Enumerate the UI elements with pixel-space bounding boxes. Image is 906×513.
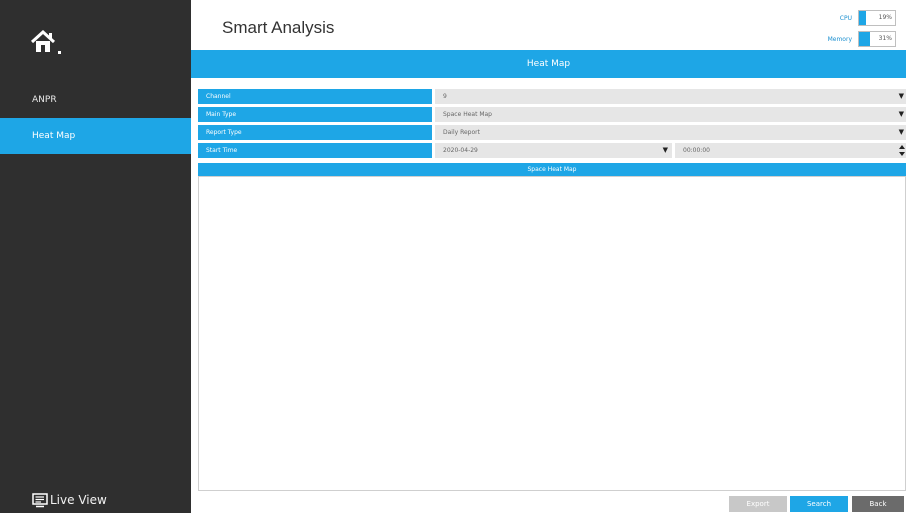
result-title: Space Heat Map: [198, 163, 906, 176]
report-type-value: Daily Report: [443, 129, 480, 136]
main-type-value: Space Heat Map: [443, 111, 492, 118]
channel-label: Channel: [198, 89, 432, 104]
cpu-meter: CPU 19%: [840, 10, 896, 26]
start-date-select[interactable]: 2020-04-29 ▼: [435, 143, 672, 158]
heat-map-display: [198, 176, 906, 491]
cpu-value: 19%: [878, 14, 892, 21]
back-button[interactable]: Back: [852, 496, 904, 512]
memory-meter: Memory 31%: [828, 31, 896, 47]
start-date-value: 2020-04-29: [443, 147, 478, 154]
channel-value: 9: [443, 93, 447, 100]
start-time-input[interactable]: 00:00:00: [675, 143, 906, 158]
page-title: Smart Analysis: [222, 18, 335, 37]
sidebar-item-anpr[interactable]: ANPR: [0, 82, 191, 118]
cpu-label: CPU: [839, 14, 852, 22]
memory-bar: 31%: [858, 31, 896, 47]
live-view-button[interactable]: Live View: [32, 490, 107, 510]
start-time-row: Start Time 2020-04-29 ▼ 00:00:00: [198, 143, 906, 158]
channel-row: Channel 9 ▼: [198, 89, 906, 104]
section-title: Heat Map: [191, 50, 906, 78]
cpu-bar-fill: [859, 11, 866, 25]
start-time-value: 00:00:00: [683, 147, 710, 154]
chevron-down-icon: ▼: [898, 110, 904, 118]
cpu-bar: 19%: [858, 10, 896, 26]
chevron-down-icon: ▼: [662, 146, 668, 154]
memory-bar-fill: [859, 32, 871, 46]
main-type-label: Main Type: [198, 107, 432, 122]
report-type-select[interactable]: Daily Report ▼: [435, 125, 906, 140]
sidebar-item-label: Heat Map: [32, 131, 76, 141]
main-type-row: Main Type Space Heat Map ▼: [198, 107, 906, 122]
chevron-down-icon: ▼: [898, 92, 904, 100]
live-view-label: Live View: [50, 493, 107, 507]
spinner-icon[interactable]: [899, 144, 905, 157]
start-time-label: Start Time: [198, 143, 432, 158]
memory-value: 31%: [878, 35, 892, 42]
home-icon[interactable]: [30, 30, 66, 56]
sidebar-item-heat-map[interactable]: Heat Map: [0, 118, 191, 154]
memory-label: Memory: [827, 35, 852, 43]
channel-select[interactable]: 9 ▼: [435, 89, 906, 104]
sidebar-item-label: ANPR: [32, 95, 57, 105]
report-type-row: Report Type Daily Report ▼: [198, 125, 906, 140]
monitor-icon: [32, 492, 48, 507]
report-type-label: Report Type: [198, 125, 432, 140]
chevron-down-icon: ▼: [898, 128, 904, 136]
sidebar: ANPR Heat Map Live View: [0, 0, 191, 513]
export-button[interactable]: Export: [729, 496, 787, 512]
search-button[interactable]: Search: [790, 496, 848, 512]
main-type-select[interactable]: Space Heat Map ▼: [435, 107, 906, 122]
